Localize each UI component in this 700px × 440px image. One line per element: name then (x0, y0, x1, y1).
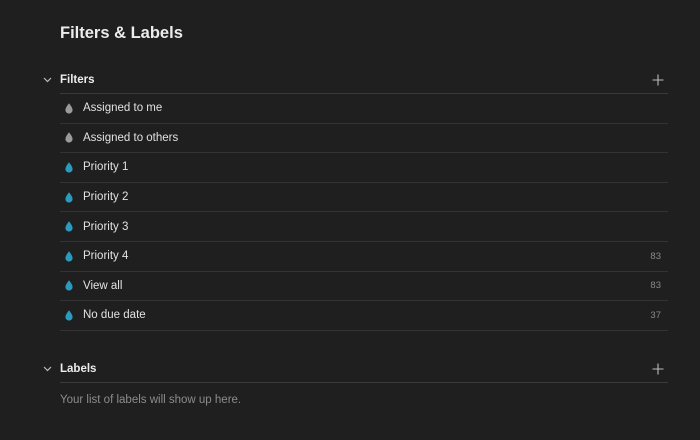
filters-labels-page: Filters & Labels Filters Assigned to me A… (0, 0, 700, 440)
filter-item-label: No due date (83, 309, 146, 322)
labels-section: Labels Your list of labels will show up … (40, 356, 668, 406)
page-title: Filters & Labels (60, 24, 183, 42)
labels-empty-message: Your list of labels will show up here. (60, 394, 242, 406)
filter-item[interactable]: Priority 3 (60, 212, 668, 242)
droplet-icon (64, 309, 74, 321)
droplet-icon (64, 280, 74, 292)
filter-item-label: Priority 1 (83, 161, 129, 174)
filter-item-label: Priority 4 (83, 250, 129, 263)
filter-item[interactable]: Priority 4 83 (60, 242, 668, 272)
labels-header: Labels (43, 356, 668, 383)
filter-item[interactable]: No due date 37 (60, 301, 668, 331)
filters-section: Filters Assigned to me Assigned to others… (40, 67, 668, 331)
chevron-down-icon[interactable] (41, 74, 53, 86)
droplet-icon (64, 132, 74, 144)
chevron-down-icon[interactable] (41, 363, 53, 375)
filter-item-count: 83 (650, 280, 661, 292)
droplet-icon (64, 102, 74, 114)
filter-item-label: Priority 3 (83, 220, 129, 233)
add-label-button[interactable] (650, 361, 666, 377)
droplet-icon (64, 161, 74, 173)
plus-icon (652, 74, 664, 86)
droplet-icon (64, 191, 74, 203)
droplet-icon (64, 250, 74, 262)
plus-icon (652, 363, 664, 375)
filter-item[interactable]: Priority 2 (60, 183, 668, 213)
droplet-icon (64, 221, 74, 233)
filter-item-label: View all (83, 279, 123, 292)
filter-item[interactable]: Priority 1 (60, 153, 668, 183)
filter-item[interactable]: Assigned to me (60, 94, 668, 124)
filter-list: Assigned to me Assigned to others Priority… (60, 94, 668, 331)
filter-item[interactable]: Assigned to others (60, 124, 668, 154)
labels-title: Labels (60, 363, 97, 375)
add-filter-button[interactable] (650, 72, 666, 88)
filters-title: Filters (60, 74, 95, 86)
filters-header: Filters (43, 67, 668, 94)
filter-item-label: Assigned to others (83, 131, 179, 144)
filter-item-label: Priority 2 (83, 191, 129, 204)
filter-item-label: Assigned to me (83, 102, 163, 115)
filter-item-count: 37 (650, 309, 661, 321)
filter-item[interactable]: View all 83 (60, 272, 668, 302)
filter-item-count: 83 (650, 250, 661, 262)
